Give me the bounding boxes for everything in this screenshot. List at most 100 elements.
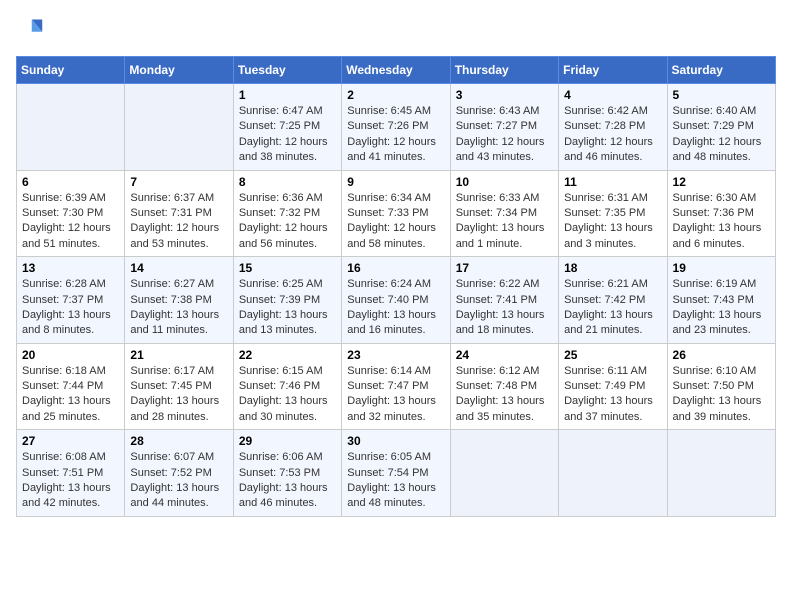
day-number: 23 bbox=[347, 348, 444, 362]
sunset-time: Sunset: 7:38 PM bbox=[130, 294, 211, 306]
sunrise-time: Sunrise: 6:21 AM bbox=[564, 278, 648, 290]
sunset-time: Sunset: 7:35 PM bbox=[564, 207, 645, 219]
sunset-time: Sunset: 7:28 PM bbox=[564, 120, 645, 132]
daylight-hours: Daylight: 13 hours and 21 minutes. bbox=[564, 309, 653, 336]
day-info: Sunrise: 6:34 AMSunset: 7:33 PMDaylight:… bbox=[347, 191, 444, 253]
calendar-week-row: 13 Sunrise: 6:28 AM Sunset: 7:37 PM Dayligh… bbox=[17, 257, 776, 344]
day-number: 5 bbox=[673, 88, 770, 102]
day-number: 21 bbox=[130, 348, 227, 362]
day-number: 30 bbox=[347, 434, 444, 448]
daylight-hours: Daylight: 12 hours and 43 minutes. bbox=[456, 136, 545, 163]
sunrise-time: Sunrise: 6:19 AM bbox=[673, 278, 757, 290]
calendar-cell: 22Sunrise: 6:15 AMSunset: 7:46 PMDayligh… bbox=[233, 343, 341, 430]
day-number: 11 bbox=[564, 175, 661, 189]
sunset-time: Sunset: 7:49 PM bbox=[564, 380, 645, 392]
calendar-cell: 6Sunrise: 6:39 AMSunset: 7:30 PMDaylight… bbox=[17, 170, 125, 257]
daylight-hours: Daylight: 12 hours and 38 minutes. bbox=[239, 136, 328, 163]
calendar-cell: 19Sunrise: 6:19 AMSunset: 7:43 PMDayligh… bbox=[667, 257, 775, 344]
day-number: 25 bbox=[564, 348, 661, 362]
day-number: 28 bbox=[130, 434, 227, 448]
sunrise-time: Sunrise: 6:42 AM bbox=[564, 105, 648, 117]
sunrise-time: Sunrise: 6:28 AM bbox=[22, 278, 106, 290]
sunrise-time: Sunrise: 6:15 AM bbox=[239, 365, 323, 377]
day-number: 16 bbox=[347, 261, 444, 275]
sunset-time: Sunset: 7:51 PM bbox=[22, 467, 103, 479]
day-number: 10 bbox=[456, 175, 553, 189]
daylight-hours: Daylight: 13 hours and 16 minutes. bbox=[347, 309, 436, 336]
calendar-cell: 8Sunrise: 6:36 AMSunset: 7:32 PMDaylight… bbox=[233, 170, 341, 257]
sunrise-time: Sunrise: 6:22 AM bbox=[456, 278, 540, 290]
sunrise-time: Sunrise: 6:45 AM bbox=[347, 105, 431, 117]
daylight-hours: Daylight: 13 hours and 18 minutes. bbox=[456, 309, 545, 336]
sunrise-time: Sunrise: 6:06 AM bbox=[239, 451, 323, 463]
calendar-cell: 10 Sunrise: 6:33 AMSunset: 7:34 PMDayligh… bbox=[450, 170, 558, 257]
day-number: 4 bbox=[564, 88, 661, 102]
day-info: Sunrise: 6:17 AMSunset: 7:45 PMDaylight:… bbox=[130, 364, 227, 426]
sunrise-time: Sunrise: 6:33 AM bbox=[456, 192, 540, 204]
calendar-cell: 1Sunrise: 6:47 AMSunset: 7:25 PMDaylight… bbox=[233, 84, 341, 171]
sunrise-time: Sunrise: 6:37 AM bbox=[130, 192, 214, 204]
daylight-hours: Daylight: 13 hours and 13 minutes. bbox=[239, 309, 328, 336]
sunset-time: Sunset: 7:47 PM bbox=[347, 380, 428, 392]
daylight-hours: Daylight: 13 hours and 37 minutes. bbox=[564, 395, 653, 422]
calendar-cell bbox=[450, 430, 558, 517]
day-number: 13 bbox=[22, 261, 119, 275]
logo-icon bbox=[16, 16, 44, 44]
sunrise-time: Sunrise: 6:31 AM bbox=[564, 192, 648, 204]
calendar-cell: 16Sunrise: 6:24 AMSunset: 7:40 PMDayligh… bbox=[342, 257, 450, 344]
day-number: 24 bbox=[456, 348, 553, 362]
day-info: Sunrise: 6:37 AMSunset: 7:31 PMDaylight:… bbox=[130, 191, 227, 253]
sunrise-time: Sunrise: 6:47 AM bbox=[239, 105, 323, 117]
sunset-time: Sunset: 7:27 PM bbox=[456, 120, 537, 132]
sunset-time: Sunset: 7:43 PM bbox=[673, 294, 754, 306]
daylight-hours: Daylight: 13 hours and 28 minutes. bbox=[130, 395, 219, 422]
calendar-cell: 26Sunrise: 6:10 AMSunset: 7:50 PMDayligh… bbox=[667, 343, 775, 430]
sunset-time: Sunset: 7:50 PM bbox=[673, 380, 754, 392]
calendar-cell: 13Sunrise: 6:28 AMSunset: 7:37 PMDayligh… bbox=[17, 257, 125, 344]
sunset-time: Sunset: 7:31 PM bbox=[130, 207, 211, 219]
calendar-cell: 5 Sunrise: 6:40 AMSunset: 7:29 PMDaylight… bbox=[667, 84, 775, 171]
sunrise-time: Sunrise: 6:10 AM bbox=[673, 365, 757, 377]
day-header-saturday: Saturday bbox=[667, 57, 775, 84]
calendar-cell: 7Sunrise: 6:37 AMSunset: 7:31 PMDaylight… bbox=[125, 170, 233, 257]
calendar-cell: 29Sunrise: 6:06 AMSunset: 7:53 PMDayligh… bbox=[233, 430, 341, 517]
calendar-cell: 25Sunrise: 6:11 AMSunset: 7:49 PMDayligh… bbox=[559, 343, 667, 430]
sunrise-time: Sunrise: 6:24 AM bbox=[347, 278, 431, 290]
day-number: 2 bbox=[347, 88, 444, 102]
day-info: Sunrise: 6:18 AMSunset: 7:44 PMDaylight:… bbox=[22, 364, 119, 426]
calendar-week-row: 6Sunrise: 6:39 AMSunset: 7:30 PMDaylight… bbox=[17, 170, 776, 257]
day-number: 27 bbox=[22, 434, 119, 448]
day-header-thursday: Thursday bbox=[450, 57, 558, 84]
calendar-cell: 30Sunrise: 6:05 AMSunset: 7:54 PMDayligh… bbox=[342, 430, 450, 517]
sunrise-time: Sunrise: 6:43 AM bbox=[456, 105, 540, 117]
sunset-time: Sunset: 7:37 PM bbox=[22, 294, 103, 306]
day-number: 12 bbox=[673, 175, 770, 189]
daylight-hours: Daylight: 12 hours and 56 minutes. bbox=[239, 222, 328, 249]
daylight-hours: Daylight: 13 hours and 42 minutes. bbox=[22, 482, 111, 509]
sunset-time: Sunset: 7:36 PM bbox=[673, 207, 754, 219]
day-info: Sunrise: 6:07 AMSunset: 7:52 PMDaylight:… bbox=[130, 450, 227, 512]
daylight-hours: Daylight: 13 hours and 39 minutes. bbox=[673, 395, 762, 422]
calendar-cell bbox=[17, 84, 125, 171]
day-info: Sunrise: 6:21 AM Sunset: 7:42 PM Daylight:… bbox=[564, 277, 661, 339]
day-info: Sunrise: 6:40 AMSunset: 7:29 PMDaylight:… bbox=[673, 104, 770, 166]
calendar-cell: 23Sunrise: 6:14 AMSunset: 7:47 PMDayligh… bbox=[342, 343, 450, 430]
calendar-week-row: 27Sunrise: 6:08 AMSunset: 7:51 PMDayligh… bbox=[17, 430, 776, 517]
day-header-friday: Friday bbox=[559, 57, 667, 84]
sunset-time: Sunset: 7:42 PM bbox=[564, 294, 645, 306]
daylight-hours: Daylight: 13 hours and 3 minutes. bbox=[564, 222, 653, 249]
calendar-cell: 24Sunrise: 6:12 AMSunset: 7:48 PMDayligh… bbox=[450, 343, 558, 430]
day-number: 9 bbox=[347, 175, 444, 189]
daylight-hours: Daylight: 13 hours and 44 minutes. bbox=[130, 482, 219, 509]
calendar-cell: 3Sunrise: 6:43 AMSunset: 7:27 PMDaylight… bbox=[450, 84, 558, 171]
daylight-hours: Daylight: 13 hours and 11 minutes. bbox=[130, 309, 219, 336]
day-header-wednesday: Wednesday bbox=[342, 57, 450, 84]
sunset-time: Sunset: 7:26 PM bbox=[347, 120, 428, 132]
daylight-hours: Daylight: 12 hours and 58 minutes. bbox=[347, 222, 436, 249]
calendar-cell: 21 Sunrise: 6:17 AMSunset: 7:45 PMDayligh… bbox=[125, 343, 233, 430]
sunrise-time: Sunrise: 6:12 AM bbox=[456, 365, 540, 377]
calendar-cell: 12Sunrise: 6:30 AMSunset: 7:36 PMDayligh… bbox=[667, 170, 775, 257]
day-info: Sunrise: 6:33 AMSunset: 7:34 PMDaylight:… bbox=[456, 191, 553, 253]
day-header-tuesday: Tuesday bbox=[233, 57, 341, 84]
day-info: Sunrise: 6:28 AMSunset: 7:37 PMDaylight:… bbox=[22, 277, 119, 339]
